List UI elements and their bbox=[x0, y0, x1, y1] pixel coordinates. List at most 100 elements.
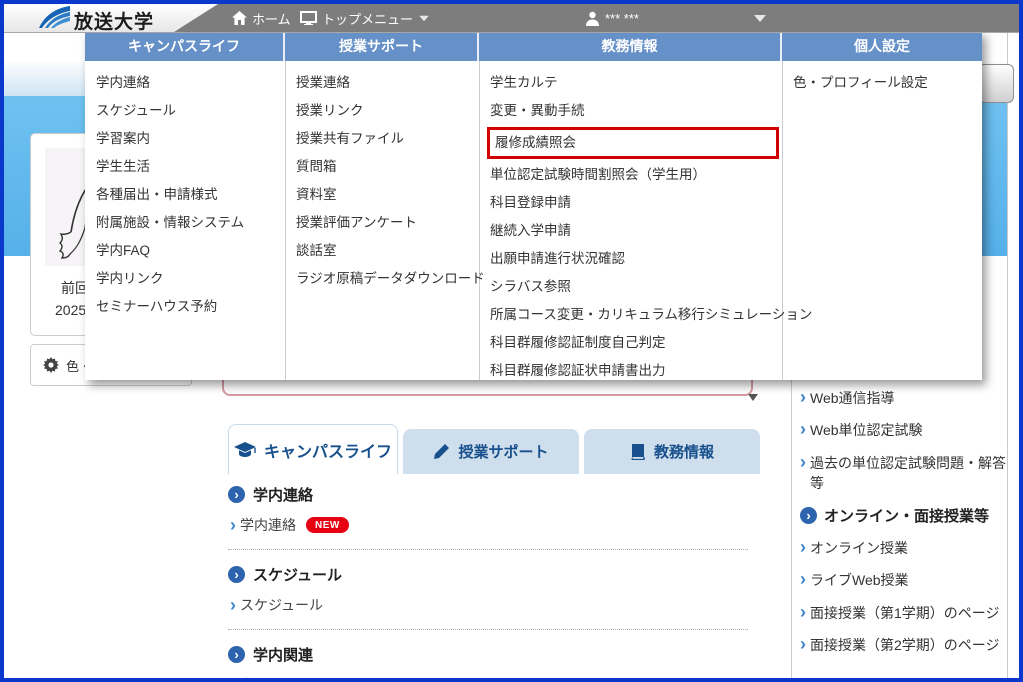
menu-item[interactable]: 所属コース変更・カリキュラム移行シミュレーション bbox=[479, 301, 812, 329]
home-label: ホーム bbox=[252, 11, 291, 27]
circle-arrow-icon: › bbox=[228, 646, 245, 663]
sidebar-link-label: 過去の単位認定試験問題・解答等 bbox=[810, 454, 1006, 491]
sidebar-link[interactable]: › オンライン授業 bbox=[800, 538, 1006, 558]
menu-item[interactable]: セミナーハウス予約 bbox=[85, 293, 285, 321]
main-content: › 学内連絡 › 学内連絡 NEW › スケジュール › スケジュール › 学内… bbox=[228, 470, 760, 678]
tab-class-support[interactable]: 授業サポート bbox=[403, 429, 579, 474]
menu-item[interactable]: 附属施設・情報システム bbox=[85, 209, 285, 237]
menu-item[interactable]: スケジュール bbox=[85, 97, 285, 125]
menu-item[interactable]: 学内リンク bbox=[85, 265, 285, 293]
mega-menu-body: 学内連絡 スケジュール 学習案内 学生生活 各種届出・申請様式 附属施設・情報シ… bbox=[85, 61, 982, 380]
user-label: *** *** bbox=[605, 10, 639, 26]
sidebar-link[interactable]: › 過去の単位認定試験問題・解答等 bbox=[800, 453, 1006, 494]
menu-item[interactable]: 継続入学申請 bbox=[479, 217, 782, 245]
top-menu-item[interactable]: トップメニュー bbox=[300, 4, 430, 32]
menu-item[interactable]: 学内連絡 bbox=[85, 69, 285, 97]
circle-arrow-icon: › bbox=[800, 507, 817, 525]
sidebar-link-label: オンライン授業 bbox=[810, 540, 908, 557]
sidebar-link[interactable]: › 面接授業（第2学期）のページ bbox=[800, 635, 1006, 655]
menu-item[interactable]: 学内FAQ bbox=[85, 237, 285, 265]
content-link[interactable]: › スケジュール bbox=[230, 595, 760, 615]
menu-item[interactable]: 授業評価アンケート bbox=[285, 209, 479, 237]
menu-item[interactable]: 学習案内 bbox=[85, 125, 285, 153]
chevron-right-icon: › bbox=[800, 387, 806, 407]
user-dropdown-toggle[interactable] bbox=[754, 4, 766, 32]
menu-header-class-support[interactable]: 授業サポート bbox=[285, 31, 479, 61]
chevron-right-icon: › bbox=[230, 595, 236, 615]
home-menu-item[interactable]: ホーム bbox=[232, 4, 291, 32]
section-heading-label: 学内関連 bbox=[253, 647, 314, 664]
mega-menu-headers: キャンパスライフ 授業サポート 教務情報 個人設定 bbox=[85, 31, 982, 61]
content-link-label: 学内連絡 bbox=[240, 517, 296, 533]
menu-header-academic-info[interactable]: 教務情報 bbox=[479, 31, 782, 61]
menu-item[interactable]: 学生生活 bbox=[85, 153, 285, 181]
sidebar-link[interactable]: › 面接授業（第1学期）のページ bbox=[800, 603, 1006, 623]
chevron-right-icon: › bbox=[230, 515, 236, 535]
menu-item[interactable]: 出願申請進行状況確認 bbox=[479, 245, 782, 273]
menu-item[interactable]: 科目登録申請 bbox=[479, 189, 782, 217]
collapsed-side-button[interactable] bbox=[978, 64, 1014, 103]
top-menu-label: トップメニュー bbox=[322, 11, 414, 27]
menu-item[interactable]: 変更・異動手続 bbox=[479, 97, 782, 125]
chevron-right-icon: › bbox=[800, 569, 806, 590]
chevron-down-icon bbox=[419, 15, 429, 21]
menu-column-campus-life: 学内連絡 スケジュール 学習案内 学生生活 各種届出・申請様式 附属施設・情報シ… bbox=[85, 61, 285, 380]
user-menu-item[interactable]: *** *** bbox=[585, 4, 639, 32]
section-heading-label: スケジュール bbox=[253, 567, 342, 584]
section-heading-label: 学内連絡 bbox=[253, 487, 314, 504]
menu-item[interactable]: 単位認定試験時間割照会（学生用） bbox=[479, 161, 782, 189]
circle-arrow-icon: › bbox=[228, 486, 245, 503]
book-icon bbox=[631, 444, 645, 460]
tab-label: キャンパスライフ bbox=[263, 443, 392, 461]
top-bar: 放送大学 ホーム トップメニュー *** *** bbox=[4, 4, 1019, 33]
menu-item-grades-inquiry[interactable]: 履修成績照会 bbox=[490, 130, 776, 156]
sidebar-link[interactable]: › Web通信指導 bbox=[800, 388, 1006, 408]
menu-item[interactable]: 科目群履修認証状申請書出力 bbox=[479, 357, 782, 385]
circle-arrow-icon: › bbox=[228, 566, 245, 583]
menu-item[interactable]: 資料室 bbox=[285, 181, 479, 209]
tab-academic-info[interactable]: 教務情報 bbox=[584, 429, 760, 474]
portal-page: 放送大学 ホーム トップメニュー *** *** 前回 2025 色・ キャンパ… bbox=[0, 0, 1023, 682]
menu-item[interactable]: 学生カルテ bbox=[479, 69, 782, 97]
section-heading: › 学内連絡 bbox=[228, 484, 760, 505]
menu-item[interactable]: シラバス参照 bbox=[479, 273, 782, 301]
section-divider bbox=[228, 549, 748, 550]
user-icon bbox=[586, 11, 599, 26]
chevron-right-icon: › bbox=[800, 451, 806, 472]
chevron-right-icon: › bbox=[800, 601, 806, 622]
menu-item[interactable]: 授業リンク bbox=[285, 97, 479, 125]
graduation-cap-icon bbox=[233, 441, 256, 457]
university-logo-icon bbox=[39, 6, 70, 28]
sidebar-divider bbox=[791, 380, 792, 678]
logo-plate[interactable]: 放送大学 bbox=[4, 4, 218, 32]
section-heading: › スケジュール bbox=[228, 564, 760, 585]
sidebar-link-label: 面接授業（第2学期）のページ bbox=[810, 637, 1000, 654]
menu-header-personal-settings[interactable]: 個人設定 bbox=[782, 31, 982, 61]
content-link[interactable]: › 学習案内 bbox=[230, 675, 760, 678]
menu-item[interactable]: ラジオ原稿データダウンロード bbox=[285, 265, 485, 293]
sidebar-link[interactable]: › ライブWeb授業 bbox=[800, 570, 1006, 590]
sidebar-heading-label: オンライン・面接授業等 bbox=[824, 508, 990, 526]
menu-item[interactable]: 各種届出・申請様式 bbox=[85, 181, 285, 209]
caret-down-icon[interactable] bbox=[748, 394, 758, 401]
menu-header-campus-life[interactable]: キャンパスライフ bbox=[85, 31, 285, 61]
mega-menu-panel: キャンパスライフ 授業サポート 教務情報 個人設定 学内連絡 スケジュール 学習… bbox=[85, 31, 982, 380]
chevron-down-icon bbox=[754, 14, 766, 22]
chevron-right-icon: › bbox=[230, 676, 236, 678]
menu-item[interactable]: 科目群履修認証制度自己判定 bbox=[479, 329, 782, 357]
tab-campus-life[interactable]: キャンパスライフ bbox=[228, 424, 398, 474]
gear-icon bbox=[43, 357, 59, 373]
content-link-label: スケジュール bbox=[240, 597, 324, 613]
sidebar-heading: › オンライン・面接授業等 bbox=[800, 505, 1006, 526]
menu-item[interactable]: 授業連絡 bbox=[285, 69, 479, 97]
logo-text: 放送大学 bbox=[74, 12, 155, 33]
menu-item[interactable]: 色・プロフィール設定 bbox=[782, 69, 982, 97]
sidebar-link[interactable]: › Web単位認定試験 bbox=[800, 420, 1006, 440]
section-divider bbox=[228, 629, 748, 630]
menu-item[interactable]: 談話室 bbox=[285, 237, 479, 265]
content-link[interactable]: › 学内連絡 NEW bbox=[230, 515, 760, 535]
tab-label: 授業サポート bbox=[458, 444, 549, 461]
menu-item[interactable]: 授業共有ファイル bbox=[285, 125, 479, 153]
menu-column-personal-settings: 色・プロフィール設定 bbox=[782, 61, 982, 380]
menu-item[interactable]: 質問箱 bbox=[285, 153, 479, 181]
